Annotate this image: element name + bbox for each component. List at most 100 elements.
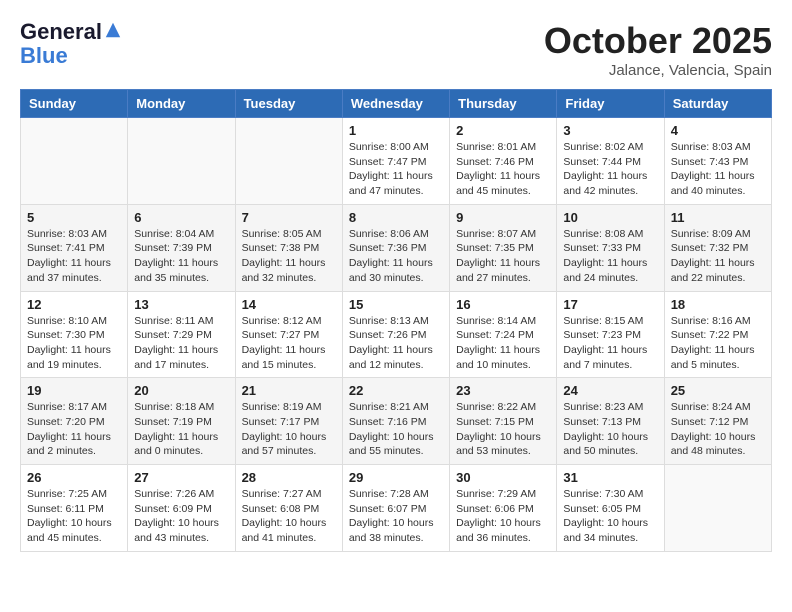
day-number: 3: [563, 123, 657, 138]
calendar-cell: 12 Sunrise: 8:10 AM Sunset: 7:30 PM Dayli…: [21, 291, 128, 378]
day-number: 21: [242, 383, 336, 398]
day-info: Sunrise: 8:09 AM Sunset: 7:32 PM Dayligh…: [671, 227, 765, 286]
day-number: 7: [242, 210, 336, 225]
day-info: Sunrise: 8:04 AM Sunset: 7:39 PM Dayligh…: [134, 227, 228, 286]
day-number: 24: [563, 383, 657, 398]
day-info: Sunrise: 8:02 AM Sunset: 7:44 PM Dayligh…: [563, 140, 657, 199]
day-info: Sunrise: 8:07 AM Sunset: 7:35 PM Dayligh…: [456, 227, 550, 286]
month-title: October 2025: [544, 20, 772, 62]
day-info: Sunrise: 8:03 AM Sunset: 7:41 PM Dayligh…: [27, 227, 121, 286]
page-header: General Blue October 2025 Jalance, Valen…: [20, 20, 772, 79]
day-number: 22: [349, 383, 443, 398]
day-number: 17: [563, 297, 657, 312]
calendar-cell: [235, 118, 342, 205]
calendar-cell: 18 Sunrise: 8:16 AM Sunset: 7:22 PM Dayli…: [664, 291, 771, 378]
title-block: October 2025 Jalance, Valencia, Spain: [544, 20, 772, 79]
day-number: 31: [563, 470, 657, 485]
day-number: 13: [134, 297, 228, 312]
day-info: Sunrise: 8:24 AM Sunset: 7:12 PM Dayligh…: [671, 400, 765, 459]
calendar-cell: 7 Sunrise: 8:05 AM Sunset: 7:38 PM Daylig…: [235, 204, 342, 291]
weekday-header-monday: Monday: [128, 90, 235, 118]
calendar-cell: 24 Sunrise: 8:23 AM Sunset: 7:13 PM Dayli…: [557, 378, 664, 465]
logo-text-blue: Blue: [20, 44, 122, 68]
day-info: Sunrise: 7:27 AM Sunset: 6:08 PM Dayligh…: [242, 487, 336, 546]
calendar-cell: 20 Sunrise: 8:18 AM Sunset: 7:19 PM Dayli…: [128, 378, 235, 465]
calendar-cell: [664, 465, 771, 552]
day-info: Sunrise: 8:18 AM Sunset: 7:19 PM Dayligh…: [134, 400, 228, 459]
day-number: 23: [456, 383, 550, 398]
day-info: Sunrise: 8:21 AM Sunset: 7:16 PM Dayligh…: [349, 400, 443, 459]
day-number: 14: [242, 297, 336, 312]
day-number: 15: [349, 297, 443, 312]
calendar-cell: 4Sunrise: 8:03 AM Sunset: 7:43 PM Daylig…: [664, 118, 771, 205]
calendar-cell: 6 Sunrise: 8:04 AM Sunset: 7:39 PM Daylig…: [128, 204, 235, 291]
day-number: 30: [456, 470, 550, 485]
weekday-header-saturday: Saturday: [664, 90, 771, 118]
day-number: 1: [349, 123, 443, 138]
day-info: Sunrise: 8:17 AM Sunset: 7:20 PM Dayligh…: [27, 400, 121, 459]
weekday-header-friday: Friday: [557, 90, 664, 118]
location-subtitle: Jalance, Valencia, Spain: [544, 62, 772, 79]
day-number: 6: [134, 210, 228, 225]
day-info: Sunrise: 8:22 AM Sunset: 7:15 PM Dayligh…: [456, 400, 550, 459]
weekday-header-wednesday: Wednesday: [342, 90, 449, 118]
calendar-cell: 30 Sunrise: 7:29 AM Sunset: 6:06 PM Dayli…: [450, 465, 557, 552]
calendar-cell: 9 Sunrise: 8:07 AM Sunset: 7:35 PM Daylig…: [450, 204, 557, 291]
day-info: Sunrise: 7:30 AM Sunset: 6:05 PM Dayligh…: [563, 487, 657, 546]
day-number: 28: [242, 470, 336, 485]
weekday-header-sunday: Sunday: [21, 90, 128, 118]
calendar-cell: 11 Sunrise: 8:09 AM Sunset: 7:32 PM Dayli…: [664, 204, 771, 291]
day-info: Sunrise: 7:29 AM Sunset: 6:06 PM Dayligh…: [456, 487, 550, 546]
calendar-week-row: 5Sunrise: 8:03 AM Sunset: 7:41 PM Daylig…: [21, 204, 772, 291]
day-number: 29: [349, 470, 443, 485]
day-info: Sunrise: 8:08 AM Sunset: 7:33 PM Dayligh…: [563, 227, 657, 286]
calendar-week-row: 12 Sunrise: 8:10 AM Sunset: 7:30 PM Dayli…: [21, 291, 772, 378]
day-number: 8: [349, 210, 443, 225]
calendar-cell: 22 Sunrise: 8:21 AM Sunset: 7:16 PM Dayli…: [342, 378, 449, 465]
day-number: 16: [456, 297, 550, 312]
day-number: 20: [134, 383, 228, 398]
calendar-cell: 2 Sunrise: 8:01 AM Sunset: 7:46 PM Daylig…: [450, 118, 557, 205]
day-info: Sunrise: 8:19 AM Sunset: 7:17 PM Dayligh…: [242, 400, 336, 459]
day-number: 2: [456, 123, 550, 138]
day-number: 26: [27, 470, 121, 485]
day-number: 12: [27, 297, 121, 312]
day-info: Sunrise: 7:25 AM Sunset: 6:11 PM Dayligh…: [27, 487, 121, 546]
weekday-header-tuesday: Tuesday: [235, 90, 342, 118]
calendar-cell: [128, 118, 235, 205]
calendar-week-row: 26 Sunrise: 7:25 AM Sunset: 6:11 PM Dayli…: [21, 465, 772, 552]
day-info: Sunrise: 8:14 AM Sunset: 7:24 PM Dayligh…: [456, 314, 550, 373]
calendar-cell: 14 Sunrise: 8:12 AM Sunset: 7:27 PM Dayli…: [235, 291, 342, 378]
logo: General Blue: [20, 20, 122, 68]
day-number: 18: [671, 297, 765, 312]
calendar-cell: 19Sunrise: 8:17 AM Sunset: 7:20 PM Dayli…: [21, 378, 128, 465]
calendar-cell: [21, 118, 128, 205]
calendar-week-row: 19Sunrise: 8:17 AM Sunset: 7:20 PM Dayli…: [21, 378, 772, 465]
day-info: Sunrise: 8:03 AM Sunset: 7:43 PM Dayligh…: [671, 140, 765, 199]
day-info: Sunrise: 8:23 AM Sunset: 7:13 PM Dayligh…: [563, 400, 657, 459]
day-info: Sunrise: 8:11 AM Sunset: 7:29 PM Dayligh…: [134, 314, 228, 373]
day-info: Sunrise: 8:00 AM Sunset: 7:47 PM Dayligh…: [349, 140, 443, 199]
day-info: Sunrise: 8:01 AM Sunset: 7:46 PM Dayligh…: [456, 140, 550, 199]
day-info: Sunrise: 8:10 AM Sunset: 7:30 PM Dayligh…: [27, 314, 121, 373]
day-info: Sunrise: 8:06 AM Sunset: 7:36 PM Dayligh…: [349, 227, 443, 286]
day-number: 11: [671, 210, 765, 225]
day-info: Sunrise: 8:16 AM Sunset: 7:22 PM Dayligh…: [671, 314, 765, 373]
logo-text: General: [20, 20, 122, 44]
calendar-cell: 13 Sunrise: 8:11 AM Sunset: 7:29 PM Dayli…: [128, 291, 235, 378]
day-info: Sunrise: 8:05 AM Sunset: 7:38 PM Dayligh…: [242, 227, 336, 286]
day-number: 9: [456, 210, 550, 225]
calendar-cell: 28 Sunrise: 7:27 AM Sunset: 6:08 PM Dayli…: [235, 465, 342, 552]
day-number: 10: [563, 210, 657, 225]
calendar-cell: 27Sunrise: 7:26 AM Sunset: 6:09 PM Dayli…: [128, 465, 235, 552]
calendar-cell: 1 Sunrise: 8:00 AM Sunset: 7:47 PM Daylig…: [342, 118, 449, 205]
calendar-cell: 10 Sunrise: 8:08 AM Sunset: 7:33 PM Dayli…: [557, 204, 664, 291]
day-info: Sunrise: 8:12 AM Sunset: 7:27 PM Dayligh…: [242, 314, 336, 373]
calendar-cell: 16 Sunrise: 8:14 AM Sunset: 7:24 PM Dayli…: [450, 291, 557, 378]
day-info: Sunrise: 8:13 AM Sunset: 7:26 PM Dayligh…: [349, 314, 443, 373]
weekday-header-row: SundayMondayTuesdayWednesdayThursdayFrid…: [21, 90, 772, 118]
day-info: Sunrise: 7:26 AM Sunset: 6:09 PM Dayligh…: [134, 487, 228, 546]
calendar-cell: 21 Sunrise: 8:19 AM Sunset: 7:17 PM Dayli…: [235, 378, 342, 465]
calendar-cell: 31 Sunrise: 7:30 AM Sunset: 6:05 PM Dayli…: [557, 465, 664, 552]
weekday-header-thursday: Thursday: [450, 90, 557, 118]
